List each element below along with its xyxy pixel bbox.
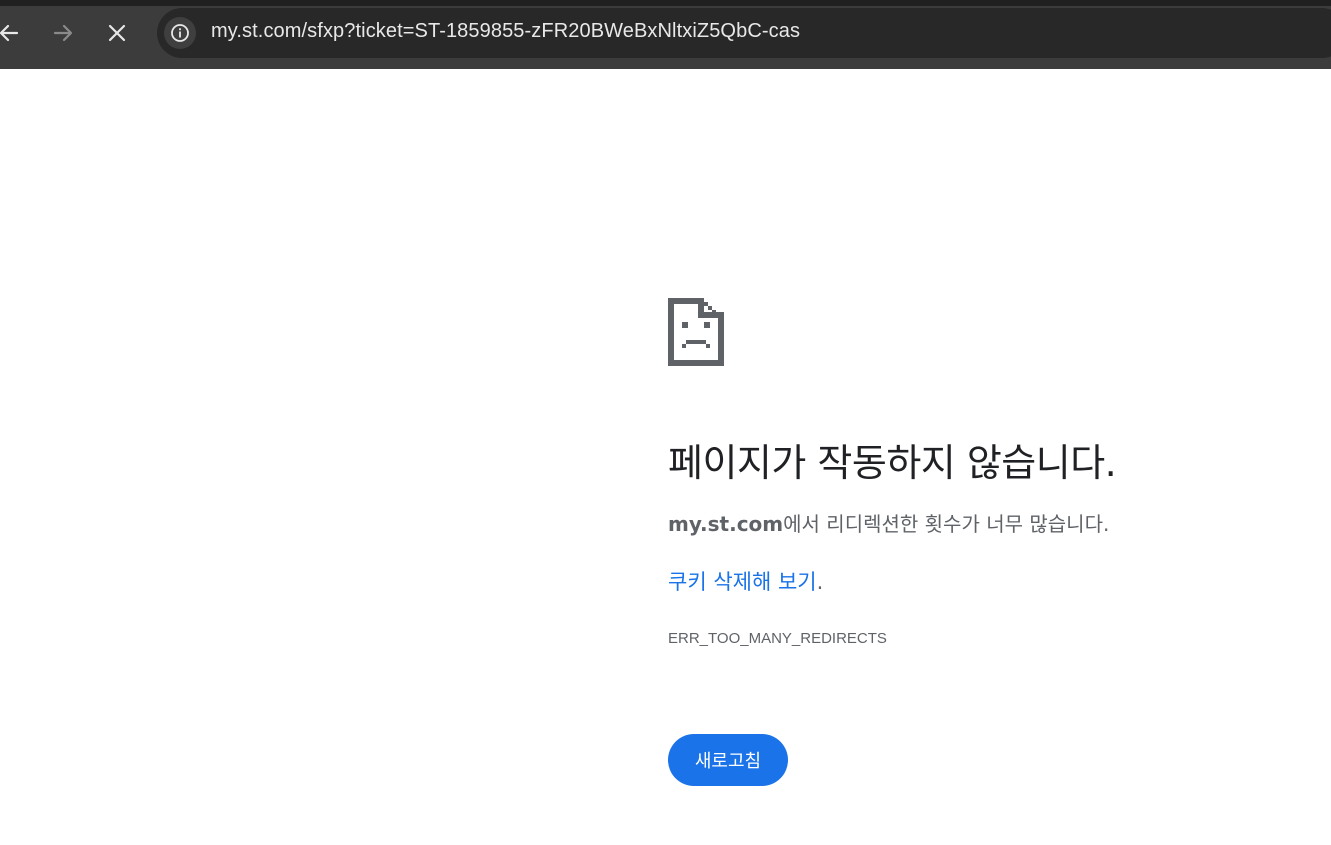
- close-icon: [108, 24, 126, 42]
- error-host: my.st.com: [668, 512, 784, 536]
- sad-page-icon: [668, 298, 724, 366]
- error-detail-text: 에서 리디렉션한 횟수가 너무 많습니다.: [783, 512, 1110, 536]
- suggestion-period: .: [816, 570, 824, 594]
- suggestion: 쿠키 삭제해 보기.: [668, 566, 823, 596]
- error-detail: my.st.com에서 리디렉션한 횟수가 너무 많습니다.: [668, 508, 1109, 537]
- site-info-button[interactable]: [164, 17, 196, 49]
- error-code: ERR_TOO_MANY_REDIRECTS: [668, 630, 887, 647]
- arrow-left-icon: [0, 24, 19, 42]
- stop-loading-button[interactable]: [98, 14, 136, 52]
- info-icon: [171, 24, 189, 42]
- tab-strip: [0, 0, 1331, 6]
- arrow-right-icon: [53, 24, 73, 42]
- back-button[interactable]: [0, 14, 28, 52]
- clear-cookies-link[interactable]: 쿠키 삭제해 보기: [668, 570, 817, 594]
- address-bar[interactable]: my.st.com/sfxp?ticket=ST-1859855-zFR20BW…: [157, 8, 1331, 58]
- error-headline: 페이지가 작동하지 않습니다.: [668, 441, 1117, 485]
- url-text[interactable]: my.st.com/sfxp?ticket=ST-1859855-zFR20BW…: [211, 20, 800, 43]
- browser-toolbar: my.st.com/sfxp?ticket=ST-1859855-zFR20BW…: [0, 0, 1331, 69]
- forward-button[interactable]: [44, 14, 82, 52]
- reload-button[interactable]: 새로고침: [668, 734, 788, 786]
